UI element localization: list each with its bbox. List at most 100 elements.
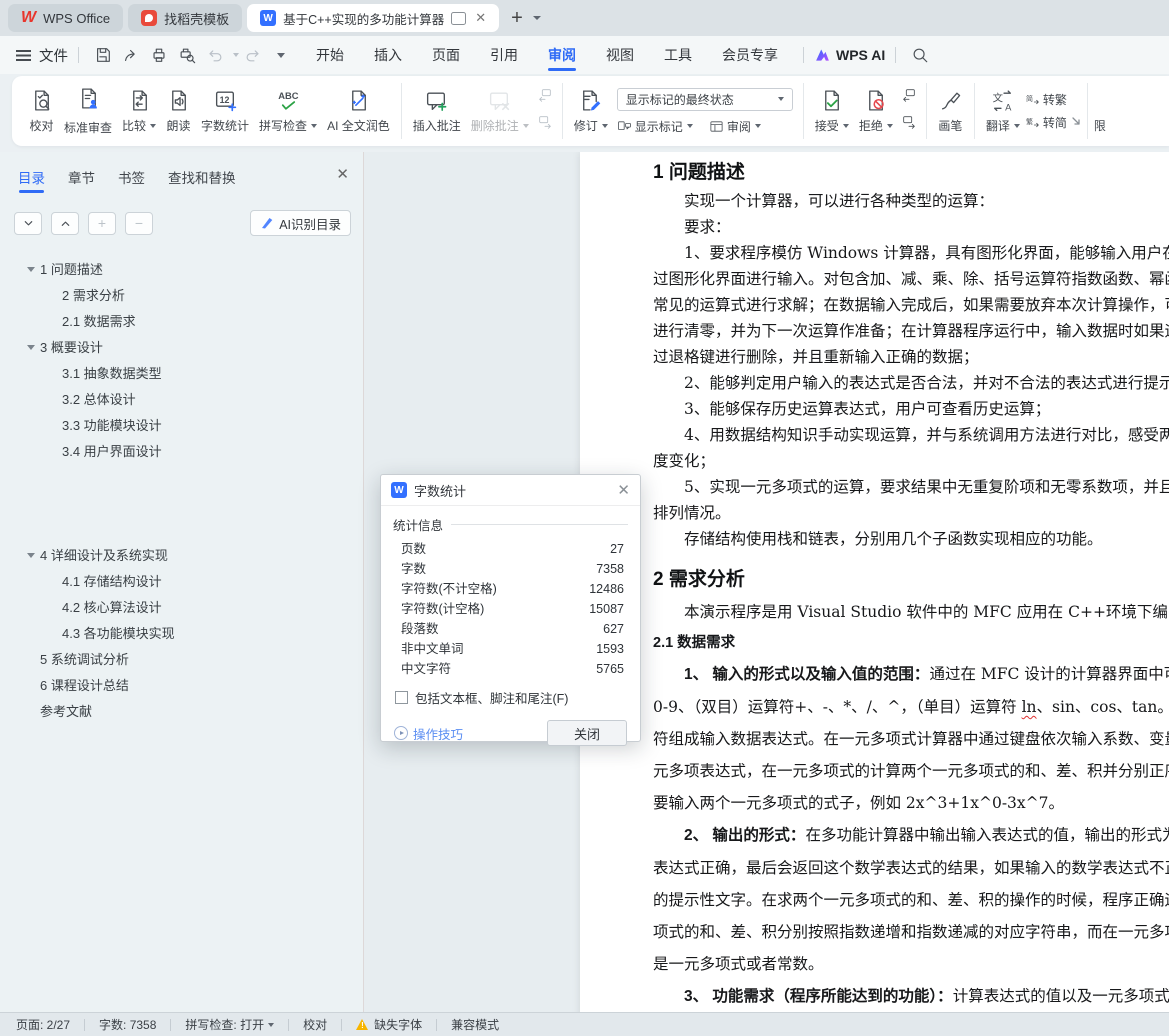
menu-insert[interactable]: 插入 xyxy=(359,36,417,74)
svg-text:A: A xyxy=(1005,102,1012,112)
close-sidebar-icon[interactable]: ✕ xyxy=(336,165,349,183)
toc-item[interactable]: 3 概要设计 xyxy=(0,335,363,361)
dialog-title: 字数统计 xyxy=(414,483,467,499)
collapse-triangle-icon[interactable] xyxy=(27,267,35,272)
tab-contents[interactable]: 目录 xyxy=(18,167,45,197)
ai-pen-icon xyxy=(262,218,273,229)
spellcheck-toggle[interactable]: 拼写检查: 打开 xyxy=(185,1016,275,1033)
tab-chapters[interactable]: 章节 xyxy=(68,167,95,197)
word-count-button[interactable]: 12 字数统计 xyxy=(196,88,254,134)
document-page[interactable]: 1 问题描述 实现一个计算器，可以进行各种类型的运算： 要求： 1、要求程序模仿… xyxy=(580,152,1169,1012)
divider xyxy=(84,1018,86,1031)
tab-document[interactable]: W 基于C++实现的多功能计算器 ✕ xyxy=(247,4,500,32)
word-count-indicator[interactable]: 字数: 7358 xyxy=(99,1016,156,1033)
detach-window-icon[interactable] xyxy=(451,11,467,25)
toc-item[interactable]: 3.1 抽象数据类型 xyxy=(0,361,363,387)
print-button[interactable] xyxy=(146,43,172,67)
insert-comment-button[interactable]: 插入批注 xyxy=(408,88,466,134)
compat-mode-indicator[interactable]: 兼容模式 xyxy=(451,1016,499,1033)
divider xyxy=(400,83,402,139)
standard-review-button[interactable]: 标准审查 xyxy=(59,86,117,136)
menu-view[interactable]: 视图 xyxy=(591,36,649,74)
search-icon[interactable] xyxy=(907,43,933,67)
collapse-all-button[interactable] xyxy=(14,211,42,235)
hamburger-menu-icon[interactable] xyxy=(16,49,31,61)
divider xyxy=(1086,83,1088,139)
close-button[interactable]: 关闭 xyxy=(547,720,627,746)
tab-list-chevron-icon[interactable] xyxy=(532,16,541,20)
menu-page[interactable]: 页面 xyxy=(417,36,475,74)
new-tab-button[interactable]: + xyxy=(511,7,523,30)
menu-reference[interactable]: 引用 xyxy=(475,36,533,74)
page-indicator[interactable]: 页面: 2/27 xyxy=(16,1016,70,1033)
word-count-icon: 12 xyxy=(215,91,236,112)
tab-docer-template[interactable]: 找稻壳模板 xyxy=(128,4,243,32)
close-dialog-icon[interactable]: ✕ xyxy=(617,481,630,499)
toc-item[interactable]: 3.4 用户界面设计 xyxy=(0,439,363,465)
redo-button xyxy=(240,43,266,67)
proofread-button[interactable]: 校对 xyxy=(24,88,59,134)
doc-line: 的提示性文字。在求两个一元多项式的和、差、积的操作的时候，程序正确运行时最 xyxy=(653,891,1169,909)
ai-polish-button[interactable]: AI 全文润色 xyxy=(322,88,395,134)
menu-member[interactable]: 会员专享 xyxy=(707,36,793,74)
checkbox-icon[interactable] xyxy=(395,691,408,704)
include-textbox-checkbox[interactable]: 包括文本框、脚注和尾注(F) xyxy=(393,688,628,707)
dialog-titlebar[interactable]: W 字数统计 ✕ xyxy=(381,475,640,506)
close-tab-icon[interactable]: ✕ xyxy=(475,10,486,26)
translate-button[interactable]: 文A 翻译 xyxy=(981,88,1025,134)
toc-item[interactable]: 2 需求分析 xyxy=(0,283,363,309)
expand-all-button[interactable] xyxy=(51,211,79,235)
toc-item[interactable]: 4.3 各功能模块实现 xyxy=(0,621,363,647)
doc-line: 要输入两个一元多项式的式子，例如 2x^3+1x^0-3x^7。 xyxy=(653,794,1065,812)
toc-item[interactable]: 参考文献 xyxy=(0,699,363,725)
brush-icon xyxy=(941,92,961,110)
read-aloud-button[interactable]: 朗读 xyxy=(161,88,196,134)
collapse-triangle-icon[interactable] xyxy=(27,345,35,350)
wps-ai-button[interactable]: WPS AI xyxy=(814,47,885,64)
save-button[interactable] xyxy=(90,43,116,67)
tab-bookmarks[interactable]: 书签 xyxy=(118,167,145,197)
toc-item[interactable]: 3.2 总体设计 xyxy=(0,387,363,413)
export-button[interactable] xyxy=(118,43,144,67)
toc-item[interactable]: 4.1 存储结构设计 xyxy=(0,569,363,595)
toc-item[interactable]: 4.2 核心算法设计 xyxy=(0,595,363,621)
missing-font-warning[interactable]: 缺失字体 xyxy=(356,1016,422,1033)
toc-item[interactable]: 1 问题描述 xyxy=(0,257,363,283)
toc-item[interactable]: 3.3 功能模块设计 xyxy=(0,413,363,439)
show-markup-button[interactable]: 显示标记 xyxy=(617,118,693,135)
brush-button[interactable]: 画笔 xyxy=(933,88,968,134)
docer-icon xyxy=(141,10,158,26)
to-simplified-button[interactable]: 繁 转简 xyxy=(1025,114,1067,131)
ai-recognize-toc-button[interactable]: AI识别目录 xyxy=(250,210,351,236)
ribbon: 校对 标准审查 比较 朗读 12 字数统计 ABC 拼写检查 AI 全文润色 插… xyxy=(0,74,1169,152)
menu-tools[interactable]: 工具 xyxy=(649,36,707,74)
tab-wps-home[interactable]: W WPS Office xyxy=(8,4,124,32)
toc-item[interactable]: 2.1 数据需求 xyxy=(0,309,363,335)
toc-item[interactable]: 5 系统调试分析 xyxy=(0,647,363,673)
tab-find-replace[interactable]: 查找和替换 xyxy=(168,167,236,197)
review-pane-button[interactable]: 审阅 xyxy=(709,118,761,135)
print-preview-button[interactable] xyxy=(174,43,200,67)
toc-item[interactable]: 6 课程设计总结 xyxy=(0,673,363,699)
writer-doc-icon: W xyxy=(391,482,407,498)
toc-item[interactable]: 4 详细设计及系统实现 xyxy=(0,543,363,569)
next-change-button[interactable] xyxy=(901,114,917,135)
file-menu[interactable]: 文件 xyxy=(39,45,68,66)
tips-link[interactable]: 操作技巧 xyxy=(394,724,463,743)
reject-button[interactable]: 拒绝 xyxy=(854,88,898,134)
to-traditional-button[interactable]: 简 转繁 xyxy=(1025,91,1067,108)
proofread-status[interactable]: 校对 xyxy=(303,1016,327,1033)
previous-change-button[interactable] xyxy=(901,87,917,108)
collapse-triangle-icon[interactable] xyxy=(27,553,35,558)
compare-button[interactable]: 比较 xyxy=(117,88,161,134)
spell-check-button[interactable]: ABC 拼写检查 xyxy=(254,88,322,134)
toolbar-more-chevron-icon[interactable] xyxy=(277,52,285,58)
stats-rows: 页数 27 字数 7358 字符数(不计空格) 12486 字符数(计空格) 15087… xyxy=(393,539,628,679)
dialog-launcher-icon[interactable] xyxy=(1071,115,1081,129)
track-changes-button[interactable]: 修订 xyxy=(569,88,613,134)
menu-start[interactable]: 开始 xyxy=(301,36,359,74)
accept-button[interactable]: 接受 xyxy=(810,88,854,134)
markup-state-select[interactable]: 显示标记的最终状态 xyxy=(616,87,793,111)
restrict-edit-button[interactable]: 限 xyxy=(1094,117,1106,144)
menu-review[interactable]: 审阅 xyxy=(533,36,591,74)
